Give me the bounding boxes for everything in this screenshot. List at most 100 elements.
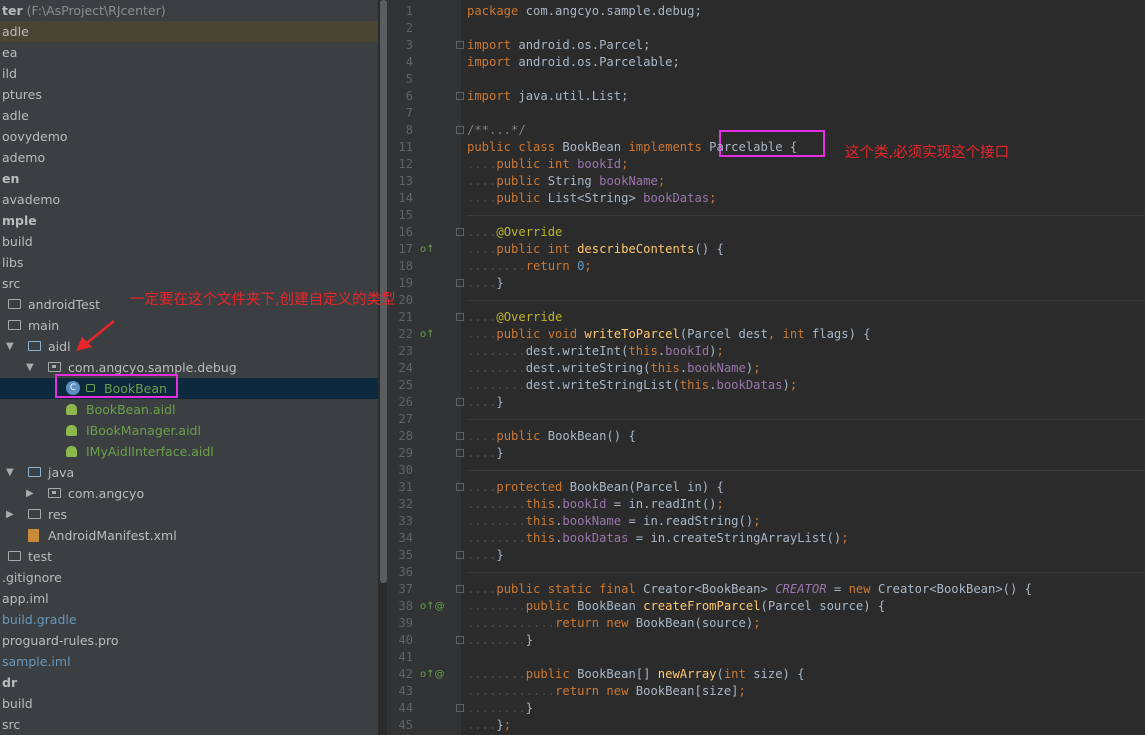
code-line[interactable]: ....} xyxy=(467,394,504,411)
fold-marker-icon[interactable] xyxy=(456,398,464,406)
tree-item[interactable]: ea xyxy=(0,42,378,63)
tree-item[interactable]: .gitignore xyxy=(0,567,378,588)
tree-item[interactable]: mple xyxy=(0,210,378,231)
code-line[interactable]: /**...*/ xyxy=(467,122,526,139)
override-marker-icon[interactable]: o↑@ xyxy=(420,666,445,683)
code-line[interactable]: public class BookBean implements Parcela… xyxy=(467,139,797,156)
tree-item[interactable]: adle xyxy=(0,105,378,126)
code-line[interactable]: ....public String bookName; xyxy=(467,173,665,190)
fold-marker-icon[interactable] xyxy=(456,279,464,287)
tree-item[interactable]: ptures xyxy=(0,84,378,105)
expand-arrow-icon[interactable]: ▼ xyxy=(26,357,34,378)
code-line[interactable]: ....public int describeContents() { xyxy=(467,241,724,258)
fold-marker-icon[interactable] xyxy=(456,449,464,457)
line-number: 5 xyxy=(405,72,413,86)
fold-marker-icon[interactable] xyxy=(456,228,464,236)
fold-marker-icon[interactable] xyxy=(456,126,464,134)
tree-item[interactable]: ▼ aidl xyxy=(0,336,378,357)
tree-item[interactable]: libs xyxy=(0,252,378,273)
tree-item[interactable]: main xyxy=(0,315,378,336)
project-tree-panel[interactable]: ter (F:\AsProject\RJcenter) adle ea ild ptur… xyxy=(0,0,378,735)
tree-item[interactable]: ▶ com.angcyo xyxy=(0,483,378,504)
tree-item[interactable]: IMyAidlInterface.aidl xyxy=(0,441,378,462)
code-line[interactable]: ........dest.writeInt(this.bookId); xyxy=(467,343,724,360)
code-line[interactable]: ....protected BookBean(Parcel in) { xyxy=(467,479,724,496)
fold-marker-icon[interactable] xyxy=(456,41,464,49)
override-marker-icon[interactable]: o↑@ xyxy=(420,598,445,615)
tree-item[interactable]: ▼ java xyxy=(0,462,378,483)
folder-icon xyxy=(8,320,21,330)
code-line[interactable]: package com.angcyo.sample.debug; xyxy=(467,3,702,20)
tree-item[interactable]: ild xyxy=(0,63,378,84)
tree-item[interactable]: src xyxy=(0,714,378,735)
collapse-arrow-icon[interactable]: ▶ xyxy=(26,483,34,504)
code-line[interactable]: ....} xyxy=(467,445,504,462)
tree-item[interactable]: ▶ res xyxy=(0,504,378,525)
code-line[interactable]: ....@Override xyxy=(467,224,562,241)
fold-marker-icon[interactable] xyxy=(456,432,464,440)
code-line[interactable]: ....public static final Creator<BookBean… xyxy=(467,581,1032,598)
bookbean-highlight-box xyxy=(55,374,178,398)
code-line[interactable]: ........dest.writeString(this.bookName); xyxy=(467,360,761,377)
tree-item[interactable]: ademo xyxy=(0,147,378,168)
override-marker-icon[interactable]: o↑ xyxy=(420,241,435,258)
code-line[interactable]: ....public void writeToParcel(Parcel des… xyxy=(467,326,871,343)
tree-item[interactable]: build.gradle xyxy=(0,609,378,630)
tree-item[interactable]: BookBean.aidl xyxy=(0,399,378,420)
code-line[interactable]: ....public BookBean() { xyxy=(467,428,636,445)
line-number: 33 xyxy=(398,514,413,528)
tree-item[interactable]: en xyxy=(0,168,378,189)
fold-marker-icon[interactable] xyxy=(456,92,464,100)
line-number: 43 xyxy=(398,684,413,698)
tree-item[interactable]: AndroidManifest.xml xyxy=(0,525,378,546)
tree-item[interactable]: IBookManager.aidl xyxy=(0,420,378,441)
tree-item-label: androidTest xyxy=(28,297,101,312)
tree-item[interactable]: app.iml xyxy=(0,588,378,609)
line-number: 23 xyxy=(398,344,413,358)
code-line[interactable]: ....@Override xyxy=(467,309,562,326)
expand-arrow-icon[interactable]: ▼ xyxy=(6,462,14,483)
code-line[interactable]: ........dest.writeStringList(this.bookDa… xyxy=(467,377,797,394)
code-line[interactable]: ........this.bookId = in.readInt(); xyxy=(467,496,724,513)
tree-item[interactable]: build xyxy=(0,231,378,252)
fold-marker-icon[interactable] xyxy=(456,313,464,321)
code-line[interactable]: import android.os.Parcelable; xyxy=(467,54,680,71)
fold-marker-icon[interactable] xyxy=(456,483,464,491)
code-line[interactable]: ........this.bookDatas = in.createString… xyxy=(467,530,849,547)
code-line[interactable]: import java.util.List; xyxy=(467,88,628,105)
tree-item-label: en xyxy=(2,171,20,186)
code-line[interactable]: ............return new BookBean[size]; xyxy=(467,683,746,700)
code-line[interactable]: ........this.bookName = in.readString(); xyxy=(467,513,761,530)
tree-item-label: ild xyxy=(2,66,17,81)
collapse-arrow-icon[interactable]: ▶ xyxy=(6,504,14,525)
override-marker-icon[interactable]: o↑ xyxy=(420,326,435,343)
fold-marker-icon[interactable] xyxy=(456,585,464,593)
fold-marker-icon[interactable] xyxy=(456,704,464,712)
code-line[interactable]: ....} xyxy=(467,275,504,292)
code-line[interactable]: ....} xyxy=(467,547,504,564)
expand-arrow-icon[interactable]: ▼ xyxy=(6,336,14,357)
code-line[interactable]: ........return 0; xyxy=(467,258,592,275)
code-line[interactable]: ....}; xyxy=(467,717,511,734)
code-line[interactable]: ........} xyxy=(467,632,533,649)
tree-item[interactable]: oovydemo xyxy=(0,126,378,147)
tree-item[interactable]: adle xyxy=(0,21,378,42)
code-line[interactable]: ....public int bookId; xyxy=(467,156,628,173)
code-line[interactable]: ........public BookBean createFromParcel… xyxy=(467,598,885,615)
code-line[interactable]: ........public BookBean[] newArray(int s… xyxy=(467,666,805,683)
fold-marker-icon[interactable] xyxy=(456,636,464,644)
tree-item[interactable]: dr xyxy=(0,672,378,693)
tree-item[interactable]: proguard-rules.pro xyxy=(0,630,378,651)
code-line[interactable]: ............return new BookBean(source); xyxy=(467,615,761,632)
code-line[interactable]: import android.os.Parcel; xyxy=(467,37,650,54)
tree-item[interactable]: build xyxy=(0,693,378,714)
method-separator xyxy=(467,300,1145,301)
code-line[interactable]: ........} xyxy=(467,700,533,717)
tree-item[interactable]: sample.iml xyxy=(0,651,378,672)
tree-item[interactable]: test xyxy=(0,546,378,567)
code-line[interactable]: ....public List<String> bookDatas; xyxy=(467,190,717,207)
tree-item-label: ptures xyxy=(2,87,42,102)
tree-item[interactable]: ter (F:\AsProject\RJcenter) xyxy=(0,0,378,21)
fold-marker-icon[interactable] xyxy=(456,551,464,559)
tree-item[interactable]: avademo xyxy=(0,189,378,210)
